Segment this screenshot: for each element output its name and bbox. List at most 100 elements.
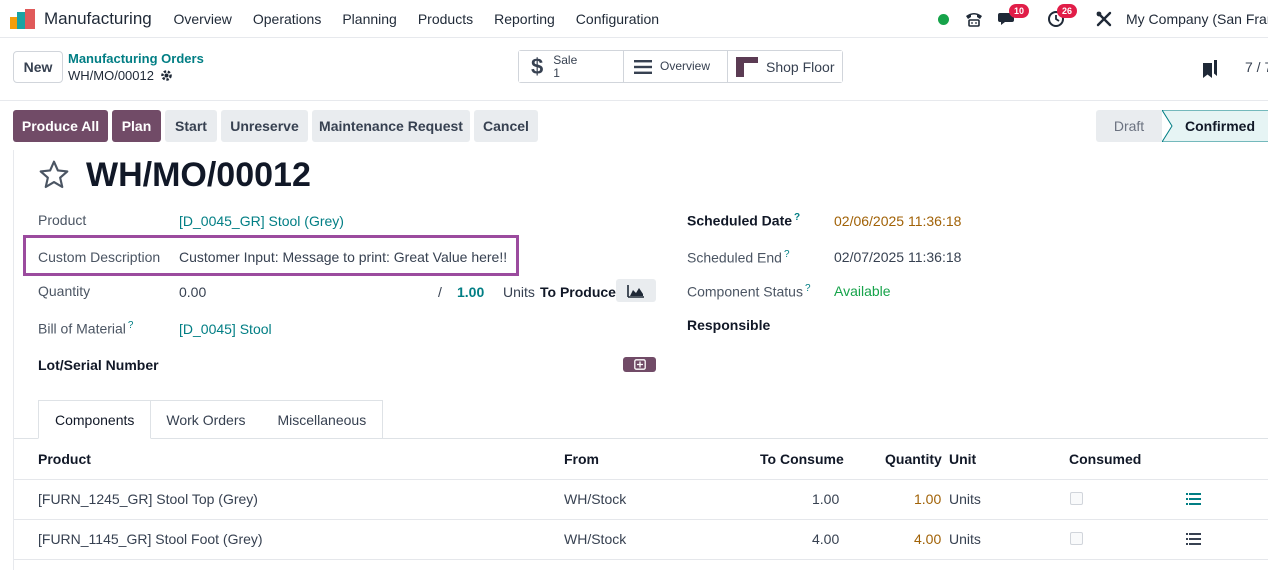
list-icon: [634, 59, 652, 74]
pager[interactable]: 7 / 7: [1245, 59, 1268, 75]
row-product[interactable]: [FURN_1245_GR] Stool Top (Grey): [38, 491, 258, 507]
col-quantity[interactable]: Quantity: [885, 451, 942, 467]
row-to-consume[interactable]: 1.00: [812, 491, 839, 507]
details-list-icon[interactable]: [1186, 493, 1201, 505]
dollar-icon: $: [531, 53, 544, 79]
phone-icon[interactable]: [963, 8, 985, 30]
plus-square-icon: [633, 359, 646, 370]
bom-field[interactable]: [D_0045] Stool: [179, 321, 272, 337]
plan-button[interactable]: Plan: [112, 110, 161, 142]
record-title[interactable]: WH/MO/00012: [86, 156, 311, 195]
app-name[interactable]: Manufacturing: [44, 9, 152, 29]
scheduled-date-field[interactable]: 02/06/2025 11:36:18: [834, 213, 961, 229]
debug-tools-icon[interactable]: [1093, 8, 1115, 30]
product-field[interactable]: [D_0045_GR] Stool (Grey): [179, 213, 344, 229]
star-icon[interactable]: [37, 159, 71, 191]
control-panel-divider: [0, 100, 1268, 101]
scheduled-date-help-icon[interactable]: ?: [794, 212, 800, 223]
cancel-button[interactable]: Cancel: [474, 110, 538, 142]
col-consumed[interactable]: Consumed: [1069, 451, 1141, 467]
systray: 10 26: [930, 4, 1115, 32]
messages-icon[interactable]: 10: [997, 4, 1030, 30]
scheduled-end-help-icon[interactable]: ?: [784, 249, 790, 260]
produce-all-button[interactable]: Produce All: [13, 110, 108, 142]
bom-label-text: Bill of Material: [38, 320, 126, 337]
start-button[interactable]: Start: [165, 110, 217, 142]
menu-configuration[interactable]: Configuration: [565, 11, 669, 27]
messages-badge: 10: [1009, 4, 1030, 18]
row-product[interactable]: [FURN_1145_GR] Stool Foot (Grey): [38, 531, 263, 547]
header-divider: [14, 479, 1268, 480]
overview-label: Overview: [660, 59, 711, 73]
gear-icon[interactable]: [160, 69, 173, 82]
tab-miscellaneous[interactable]: Miscellaneous: [261, 400, 384, 439]
shop-floor-icon: [736, 56, 758, 77]
component-status-label-text: Component Status: [687, 283, 803, 300]
status-confirmed-label: Confirmed: [1185, 118, 1255, 134]
tab-components[interactable]: Components: [38, 400, 152, 439]
row-consumed-checkbox[interactable]: [1070, 532, 1083, 545]
custom-description-field[interactable]: Customer Input: Message to print: Great …: [179, 249, 507, 265]
forecast-report-button[interactable]: [616, 279, 656, 302]
area-chart-icon: [627, 284, 644, 298]
sale-smart-button[interactable]: $ Sale 1: [519, 51, 624, 82]
unreserve-button[interactable]: Unreserve: [221, 110, 308, 142]
to-produce-label: To Produce: [540, 284, 616, 300]
tab-work-orders[interactable]: Work Orders: [150, 400, 263, 439]
menu-reporting[interactable]: Reporting: [484, 11, 566, 27]
row-unit[interactable]: Units: [949, 491, 981, 507]
breadcrumb-current-record: WH/MO/00012: [68, 68, 154, 83]
bookmark-icon[interactable]: [1203, 60, 1217, 78]
shop-floor-smart-button[interactable]: Shop Floor: [728, 51, 842, 82]
presence-status-icon[interactable]: [938, 13, 949, 25]
component-status-label: Component Status?: [687, 283, 811, 300]
menu-products[interactable]: Products: [407, 11, 483, 27]
status-confirmed[interactable]: Confirmed: [1162, 110, 1268, 142]
menu-operations[interactable]: Operations: [242, 11, 331, 27]
col-unit[interactable]: Unit: [949, 451, 976, 467]
row-from[interactable]: WH/Stock: [564, 531, 626, 547]
row-quantity[interactable]: 1.00: [914, 491, 941, 507]
activities-icon[interactable]: 26: [1045, 4, 1078, 30]
breadcrumb: WH/MO/00012: [68, 68, 173, 83]
menu-planning[interactable]: Planning: [332, 11, 408, 27]
scheduled-date-label-text: Scheduled Date: [687, 212, 793, 229]
details-list-icon[interactable]: [1186, 533, 1201, 545]
product-label: Product: [38, 212, 87, 228]
new-button[interactable]: New: [13, 51, 63, 83]
menu-overview[interactable]: Overview: [163, 11, 242, 27]
row-to-consume[interactable]: 4.00: [812, 531, 839, 547]
scheduled-end-field[interactable]: 02/07/2025 11:36:18: [834, 249, 961, 265]
row-quantity[interactable]: 4.00: [914, 531, 941, 547]
breadcrumb-manufacturing-orders[interactable]: Manufacturing Orders: [68, 51, 204, 66]
col-from[interactable]: From: [564, 451, 599, 467]
maintenance-request-button[interactable]: Maintenance Request: [312, 110, 470, 142]
custom-description-label: Custom Description: [38, 249, 161, 265]
col-to-consume[interactable]: To Consume: [760, 451, 844, 467]
activities-badge: 26: [1057, 4, 1078, 18]
main-menu: Overview Operations Planning Products Re…: [163, 11, 670, 27]
scheduled-end-label: Scheduled End?: [687, 249, 790, 266]
manufacturing-app-icon[interactable]: [10, 9, 36, 29]
row-divider: [14, 559, 1268, 560]
col-product[interactable]: Product: [38, 451, 91, 467]
lot-add-button[interactable]: [623, 357, 656, 372]
shop-floor-label: Shop Floor: [766, 58, 835, 75]
overview-smart-button[interactable]: Overview: [624, 51, 728, 82]
status-bar: Draft Confirmed: [1096, 110, 1268, 142]
row-from[interactable]: WH/Stock: [564, 491, 626, 507]
status-draft[interactable]: Draft: [1096, 110, 1162, 142]
quantity-target[interactable]: 1.00: [457, 284, 484, 300]
row-unit[interactable]: Units: [949, 531, 981, 547]
scheduled-date-label: Scheduled Date?: [687, 212, 800, 229]
top-navbar: Manufacturing Overview Operations Planni…: [0, 0, 1268, 38]
bom-help-icon[interactable]: ?: [128, 320, 134, 331]
sale-label: Sale: [553, 52, 578, 67]
row-consumed-checkbox[interactable]: [1070, 492, 1083, 505]
quantity-unit: Units: [503, 284, 535, 300]
quantity-input[interactable]: 0.00: [179, 284, 206, 300]
company-switcher[interactable]: My Company (San Fran: [1126, 11, 1268, 27]
component-status-help-icon[interactable]: ?: [805, 283, 811, 294]
tabs-divider: [14, 438, 1268, 439]
row-divider: [14, 519, 1268, 520]
